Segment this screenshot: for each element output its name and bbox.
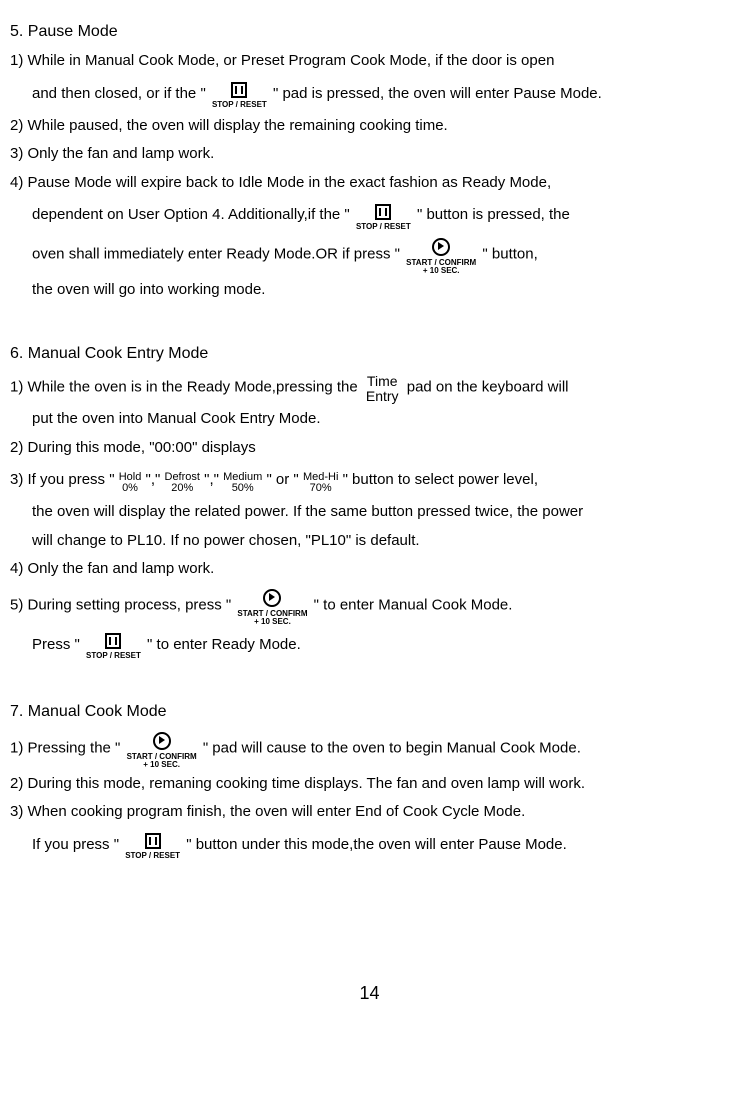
defrost-button-icon: Defrost20%: [165, 472, 200, 494]
text: 5) During setting process, press ": [10, 596, 231, 613]
label: + 10 SEC.: [406, 267, 476, 275]
text: " to enter Manual Cook Mode.: [314, 596, 513, 613]
label: 0%: [119, 483, 142, 494]
text: Press ": [32, 636, 80, 653]
s5-item-4b: dependent on User Option 4. Additionally…: [10, 200, 729, 230]
text: " or ": [266, 471, 298, 488]
text: " pad will cause to the oven to begin Ma…: [203, 739, 581, 756]
text: ",": [146, 471, 161, 488]
s5-item-4c: oven shall immediately enter Ready Mode.…: [10, 236, 729, 273]
text: " button to select power level,: [343, 471, 538, 488]
s5-item-1: 1) While in Manual Cook Mode, or Preset …: [10, 50, 729, 73]
s7-item-3b: If you press " STOP / RESET " button und…: [10, 830, 729, 860]
label: STOP / RESET: [86, 652, 141, 660]
medium-button-icon: Medium50%: [223, 472, 262, 494]
stop-reset-icon: STOP / RESET: [212, 82, 267, 109]
label: 70%: [303, 483, 338, 494]
text: " button,: [482, 245, 537, 262]
text: 3) If you press ": [10, 471, 115, 488]
s6-item-1: 1) While the oven is in the Ready Mode,p…: [10, 372, 729, 403]
section-5-title: 5. Pause Mode: [10, 20, 729, 44]
s5-item-4d: the oven will go into working mode.: [10, 279, 729, 302]
text: " pad is pressed, the oven will enter Pa…: [273, 85, 602, 102]
stop-reset-icon: STOP / RESET: [356, 204, 411, 231]
med-hi-button-icon: Med-Hi70%: [303, 472, 338, 494]
text: " button under this mode,the oven will e…: [186, 836, 567, 853]
hold-button-icon: Hold0%: [119, 472, 142, 494]
page-number: 14: [10, 980, 729, 1007]
s5-item-1-cont: and then closed, or if the " STOP / RESE…: [10, 79, 729, 109]
s7-item-2: 2) During this mode, remaning cooking ti…: [10, 773, 729, 796]
label: 20%: [165, 483, 200, 494]
s6-item-3: 3) If you press " Hold0% "," Defrost20% …: [10, 465, 729, 495]
text: dependent on User Option 4. Additionally…: [32, 206, 350, 223]
s7-item-3: 3) When cooking program finish, the oven…: [10, 801, 729, 824]
text: pad on the keyboard will: [407, 378, 569, 395]
time-entry-icon: Time Entry: [366, 374, 399, 405]
s7-item-1: 1) Pressing the " START / CONFIRM+ 10 SE…: [10, 730, 729, 767]
text: 1) While the oven is in the Ready Mode,p…: [10, 378, 358, 395]
text: " to enter Ready Mode.: [147, 636, 301, 653]
section-7-title: 7. Manual Cook Mode: [10, 700, 729, 724]
label: Time: [366, 374, 399, 389]
text: 1) While in Manual Cook Mode, or Preset …: [10, 50, 729, 73]
label: STOP / RESET: [125, 852, 180, 860]
label: Entry: [366, 389, 399, 404]
s6-item-5: 5) During setting process, press " START…: [10, 587, 729, 624]
start-confirm-icon: START / CONFIRM+ 10 SEC.: [237, 589, 307, 626]
s6-item-3c: will change to PL10. If no power chosen,…: [10, 530, 729, 553]
s6-item-3b: the oven will display the related power.…: [10, 501, 729, 524]
stop-reset-icon: STOP / RESET: [86, 633, 141, 660]
text: oven shall immediately enter Ready Mode.…: [32, 245, 400, 262]
s5-item-3: 3) Only the fan and lamp work.: [10, 143, 729, 166]
text: If you press ": [32, 836, 119, 853]
text: ",": [204, 471, 219, 488]
label: + 10 SEC.: [237, 618, 307, 626]
s6-item-5b: Press " STOP / RESET " to enter Ready Mo…: [10, 630, 729, 660]
s6-item-2: 2) During this mode, "00:00" displays: [10, 437, 729, 460]
text: " button is pressed, the: [417, 206, 570, 223]
label: 50%: [223, 483, 262, 494]
start-confirm-icon: START / CONFIRM+ 10 SEC.: [406, 238, 476, 275]
stop-reset-icon: STOP / RESET: [125, 833, 180, 860]
text: 1) Pressing the ": [10, 739, 120, 756]
s6-item-4: 4) Only the fan and lamp work.: [10, 558, 729, 581]
s5-item-4: 4) Pause Mode will expire back to Idle M…: [10, 172, 729, 195]
label: STOP / RESET: [356, 223, 411, 231]
start-confirm-icon: START / CONFIRM+ 10 SEC.: [127, 732, 197, 769]
text: and then closed, or if the ": [32, 85, 206, 102]
label: + 10 SEC.: [127, 761, 197, 769]
s6-item-1b: put the oven into Manual Cook Entry Mode…: [10, 408, 729, 431]
s5-item-2: 2) While paused, the oven will display t…: [10, 115, 729, 138]
label: STOP / RESET: [212, 101, 267, 109]
section-6-title: 6. Manual Cook Entry Mode: [10, 342, 729, 366]
